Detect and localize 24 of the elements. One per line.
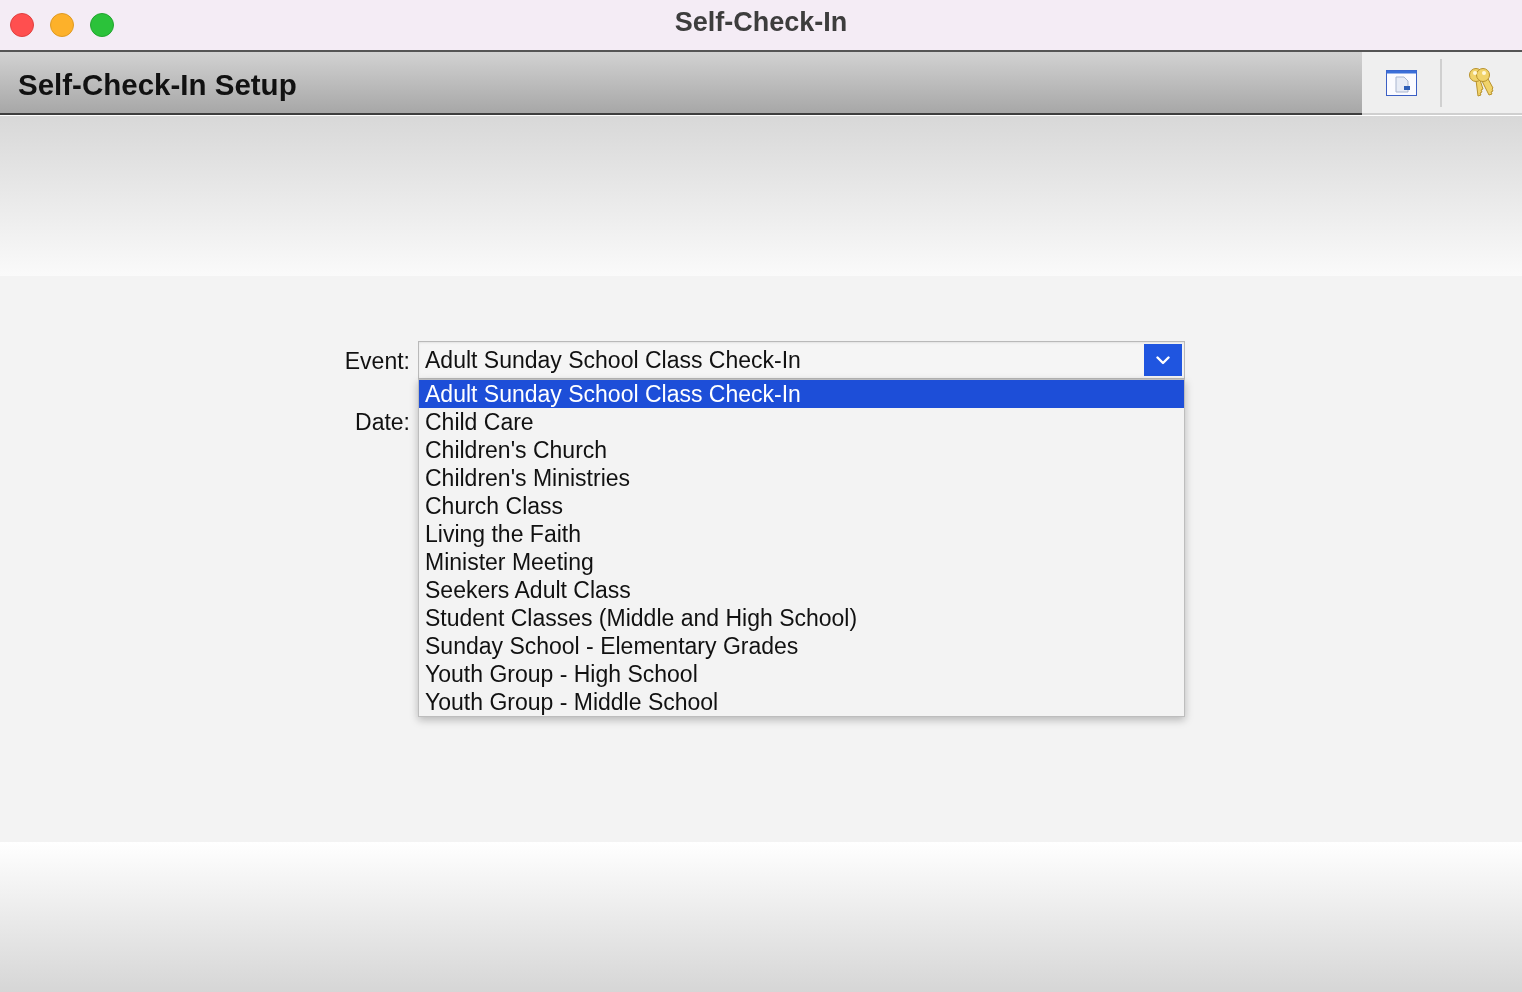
window-icon bbox=[1385, 69, 1417, 96]
dropdown-option[interactable]: Minister Meeting bbox=[419, 548, 1184, 576]
dropdown-option[interactable]: Adult Sunday School Class Check-In bbox=[419, 380, 1184, 408]
dropdown-option[interactable]: Child Care bbox=[419, 408, 1184, 436]
dropdown-option[interactable]: Church Class bbox=[419, 492, 1184, 520]
window-title: Self-Check-In bbox=[674, 6, 848, 38]
field-label: Date: bbox=[354, 407, 410, 436]
dropdown-option[interactable]: Youth Group - High School bbox=[419, 660, 1184, 688]
dropdown-option[interactable]: Youth Group - Middle School bbox=[419, 688, 1184, 716]
close-button[interactable] bbox=[10, 13, 34, 37]
dropdown-option[interactable]: Student Classes (Middle and High School) bbox=[419, 604, 1184, 632]
dropdown-button[interactable] bbox=[1144, 344, 1182, 376]
dropdown-option[interactable]: Children's Ministries bbox=[419, 464, 1184, 492]
chevron-down-icon bbox=[1156, 355, 1170, 365]
minimize-button[interactable] bbox=[50, 13, 74, 37]
dropdown-option[interactable]: Living the Faith bbox=[419, 520, 1184, 548]
zoom-button[interactable] bbox=[90, 13, 114, 37]
page-title: Self-Check-In Setup bbox=[18, 67, 297, 102]
dropdown-option[interactable]: Seekers Adult Class bbox=[419, 576, 1184, 604]
keys-icon bbox=[1467, 66, 1495, 99]
field-label: Event: bbox=[343, 346, 410, 375]
dropdown-option[interactable]: Sunday School - Elementary Grades bbox=[419, 632, 1184, 660]
dropdown-option[interactable]: Children's Church bbox=[419, 436, 1184, 464]
event-select[interactable]: Adult Sunday School Class Check-In bbox=[418, 341, 1185, 379]
